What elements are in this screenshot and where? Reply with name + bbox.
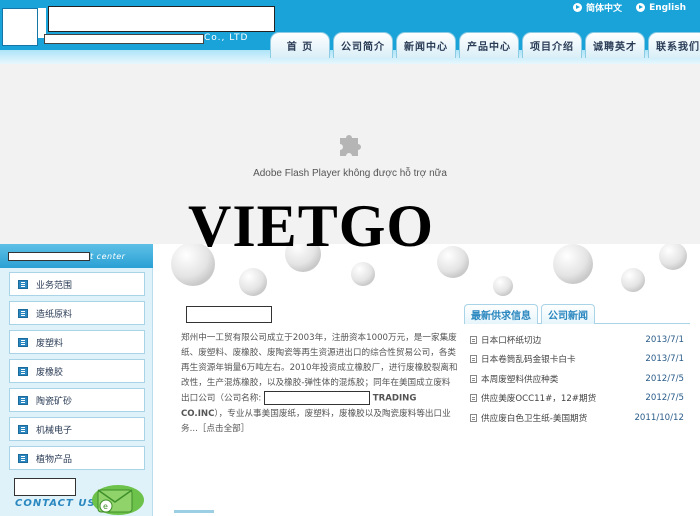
sidebar-item-label: 业务范围 [36,280,73,291]
list-icon [18,424,28,434]
arrow-bullet-icon [573,3,583,12]
news-tabs-bar: 最新供求信息 公司新闻 [464,304,690,324]
news-date: 2013/7/1 [645,354,684,365]
company-suffix: Co., LTD [204,33,249,43]
nav-tab-contact[interactable]: 联系我们 [648,32,700,58]
sidebar-title-redacted [8,252,90,261]
list-icon [18,308,28,318]
sidebar-item-paper-materials[interactable]: 造纸原料 [9,301,145,325]
sidebar-item-label: 废塑料 [36,338,64,349]
product-center-sidebar: t center 业务范围 造纸原料 废塑料 废橡胶 陶瓷矿砂 机械电子 植物产… [0,244,153,516]
sidebar-item-waste-plastic[interactable]: 废塑料 [9,330,145,354]
puzzle-icon [340,135,361,156]
sidebar-item-label: 造纸原料 [36,309,73,320]
sidebar-item-machinery-electronics[interactable]: 机械电子 [9,417,145,441]
nav-tab-news[interactable]: 新闻中心 [396,32,456,58]
document-icon [470,355,477,364]
news-date: 2012/7/5 [645,393,684,404]
nav-tab-projects[interactable]: 项目介绍 [522,32,582,58]
nav-tab-careers[interactable]: 诚聘英才 [585,32,645,58]
about-title-redacted [186,306,272,323]
sidebar-item-label: 废橡胶 [36,367,64,378]
list-item[interactable]: 供应美废OCC11#，12#期货 2012/7/5 [470,389,684,409]
nav-tab-about[interactable]: 公司简介 [333,32,393,58]
list-icon [18,453,28,463]
read-more-link[interactable]: ...［点击全部］ [190,424,250,434]
bottom-section-heading-stub [174,510,214,513]
company-name-redacted [48,6,275,32]
sidebar-item-waste-rubber[interactable]: 废橡胶 [9,359,145,383]
company-name-redacted-inline [263,391,370,405]
news-title[interactable]: 供应美废OCC11#，12#期货 [481,392,634,404]
company-english-name-redacted [44,34,204,44]
sidebar-item-plant-products[interactable]: 植物产品 [9,446,145,470]
list-item[interactable]: 本周废塑料供应种类 2012/7/5 [470,369,684,389]
list-item[interactable]: 日本卷筒乱码金银卡白卡 2013/7/1 [470,350,684,370]
email-icon[interactable]: e [82,476,146,516]
company-intro: 郑州中一工贸有限公司成立于2003年，注册资本1000万元，是一家集废纸、废塑料… [181,331,459,437]
list-icon [18,366,28,376]
arrow-bullet-icon [636,3,646,12]
language-switcher: 简体中文 English [573,1,686,14]
document-icon [470,394,477,403]
company-logo[interactable] [2,8,38,46]
sidebar-item-label: 机械电子 [36,425,73,436]
tab-latest-supply[interactable]: 最新供求信息 [464,304,538,324]
lang-english[interactable]: English [636,1,686,14]
sidebar-header-suffix: t center [90,252,126,261]
sidebar-header: t center [0,244,153,268]
list-item[interactable]: 日本口杯纸切边 2013/7/1 [470,330,684,350]
lang-chinese-label[interactable]: 简体中文 [586,1,622,14]
product-category-list: 业务范围 造纸原料 废塑料 废橡胶 陶瓷矿砂 机械电子 植物产品 [9,272,145,475]
news-title[interactable]: 供应废白色卫生纸-美国期货 [481,412,634,424]
sidebar-item-ceramic-ore[interactable]: 陶瓷矿砂 [9,388,145,412]
document-icon [470,413,477,422]
sidebar-item-label: 陶瓷矿砂 [36,396,73,407]
vietgo-watermark: VIETGO [188,193,435,259]
news-date: 2012/7/5 [645,373,684,384]
list-icon [18,337,28,347]
news-date: 2013/7/1 [645,334,684,345]
document-icon [470,335,477,344]
list-icon [18,395,28,405]
news-title[interactable]: 日本卷筒乱码金银卡白卡 [481,353,634,365]
flash-unsupported-message: Adobe Flash Player không được hỗ trợ nữa [253,168,447,179]
supply-news-list: 日本口杯纸切边 2013/7/1 日本卷筒乱码金银卡白卡 2013/7/1 本周… [470,330,684,428]
news-title[interactable]: 日本口杯纸切边 [481,334,634,346]
main-nav: 首 页 公司简介 新闻中心 产品中心 项目介绍 诚聘英才 联系我们 [270,32,700,58]
document-icon [470,374,477,383]
nav-tab-products[interactable]: 产品中心 [459,32,519,58]
tab-company-news[interactable]: 公司新闻 [541,304,595,324]
sidebar-item-label: 植物产品 [36,454,73,465]
news-date: 2011/10/12 [634,412,684,423]
nav-tab-home[interactable]: 首 页 [270,32,330,58]
list-item[interactable]: 供应废白色卫生纸-美国期货 2011/10/12 [470,408,684,428]
svg-text:e: e [103,502,108,511]
sidebar-item-business-scope[interactable]: 业务范围 [9,272,145,296]
lang-english-label[interactable]: English [649,3,686,13]
list-icon [18,279,28,289]
news-title[interactable]: 本周废塑料供应种类 [481,373,634,385]
contact-redacted [14,478,76,496]
lang-chinese[interactable]: 简体中文 [573,1,622,14]
